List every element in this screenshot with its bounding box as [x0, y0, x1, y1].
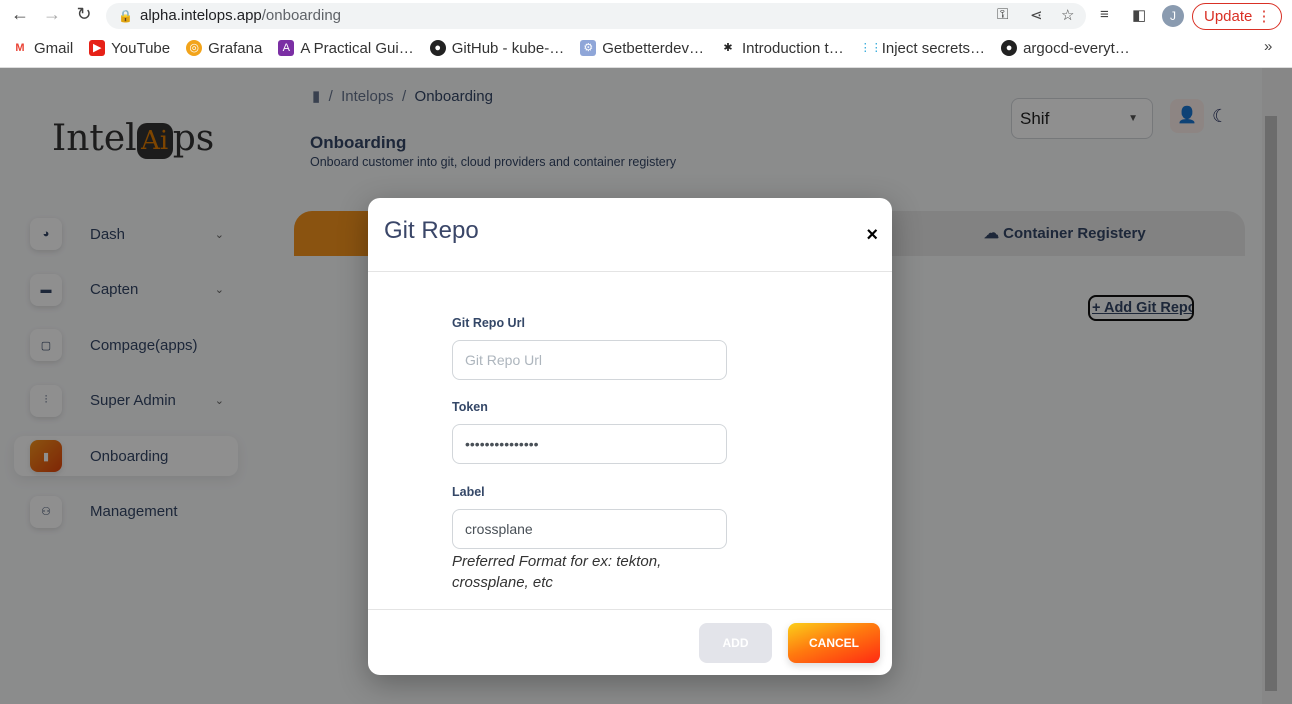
field-label: Git Repo Url	[452, 316, 525, 330]
profile-avatar[interactable]: J	[1162, 5, 1184, 27]
label-input[interactable]	[452, 509, 727, 549]
grafana-icon: ◎	[186, 40, 203, 56]
cisco-icon: ⋮⋮	[859, 42, 882, 54]
bookmark-label: GitHub - kube-…	[451, 39, 565, 57]
url-path: /onboarding	[261, 7, 341, 24]
label-hint: Preferred Format for ex: tekton, crosspl…	[452, 553, 662, 591]
bookmark[interactable]: ◎ Grafana	[186, 38, 262, 58]
field-label: Label	[452, 485, 485, 499]
url-host: alpha.intelops.app	[140, 7, 262, 24]
update-label: Update	[1204, 8, 1253, 25]
field-label: Token	[452, 400, 488, 414]
share-icon[interactable]: ⋖	[1030, 6, 1043, 24]
back-icon[interactable]: ←	[8, 4, 32, 25]
bookmark[interactable]: ▶ YouTube	[89, 38, 170, 58]
bookmark-label: Getbetterdev…	[602, 39, 704, 57]
more-bookmarks[interactable]: »	[1264, 38, 1272, 55]
bookmark[interactable]: ● argocd-everyt…	[1001, 38, 1130, 58]
bookmark[interactable]: ● GitHub - kube-…	[429, 38, 565, 58]
bookmarks-bar: M Gmail ▶ YouTube ◎ Grafana A A Practical Gu…	[12, 38, 1130, 58]
github-icon: ●	[429, 40, 446, 56]
token-input[interactable]	[452, 424, 727, 464]
git-repo-url-input[interactable]	[452, 340, 727, 380]
token-group: Token	[452, 400, 727, 464]
cancel-button[interactable]: CANCEL	[788, 623, 880, 663]
modal-footer: ADD CANCEL	[368, 609, 892, 675]
forward-icon[interactable]: →	[40, 4, 64, 25]
lock-icon: 🔒	[118, 9, 133, 23]
address-bar[interactable]: 🔒 alpha.intelops.app/onboarding	[106, 3, 1086, 29]
bookmark[interactable]: M Gmail	[12, 38, 73, 58]
add-button[interactable]: ADD	[699, 623, 772, 663]
bookmark-label: argocd-everyt…	[1023, 39, 1130, 57]
key-icon[interactable]: ⚿	[997, 6, 1008, 23]
bee-icon: ✱	[723, 42, 733, 54]
youtube-icon: ▶	[89, 40, 106, 56]
bookmark-label: Introduction t…	[741, 39, 844, 57]
modal-header: Git Repo ×	[368, 198, 892, 272]
bookmark-label: YouTube	[111, 39, 171, 57]
bookmark-icon: A	[278, 40, 295, 56]
github-icon: ●	[1001, 40, 1018, 56]
media-icon[interactable]: ≡	[1100, 6, 1109, 23]
modal-title: Git Repo	[384, 217, 479, 244]
gmail-icon: M	[15, 42, 25, 54]
bookmark[interactable]: ⚙ Getbetterdev…	[580, 38, 704, 58]
update-button[interactable]: Update ⋮	[1192, 3, 1282, 30]
bookmark-label: Inject secrets…	[881, 39, 986, 57]
git-repo-url-group: Git Repo Url	[452, 316, 727, 380]
bookmark-label: Gmail	[34, 39, 74, 57]
bookmark-icon: ⚙	[580, 40, 597, 56]
bookmark-label: Grafana	[208, 39, 263, 57]
close-icon[interactable]: ×	[866, 224, 878, 247]
bookmark[interactable]: ✱ Introduction t…	[720, 38, 844, 58]
git-repo-modal: Git Repo × Git Repo Url Token Label Pref…	[368, 198, 892, 675]
bookmark[interactable]: A A Practical Gui…	[278, 38, 414, 58]
browser-chrome: ← → ↻ 🔒 alpha.intelops.app/onboarding ⚿ …	[0, 0, 1292, 68]
label-group: Label Preferred Format for ex: tekton, c…	[452, 485, 727, 593]
reload-icon[interactable]: ↻	[72, 4, 96, 25]
bookmark-label: A Practical Gui…	[300, 39, 414, 57]
bookmark[interactable]: ⋮⋮ Inject secrets…	[860, 38, 985, 58]
sidepanel-icon[interactable]: ◧	[1132, 6, 1146, 24]
star-icon[interactable]: ☆	[1061, 6, 1074, 24]
